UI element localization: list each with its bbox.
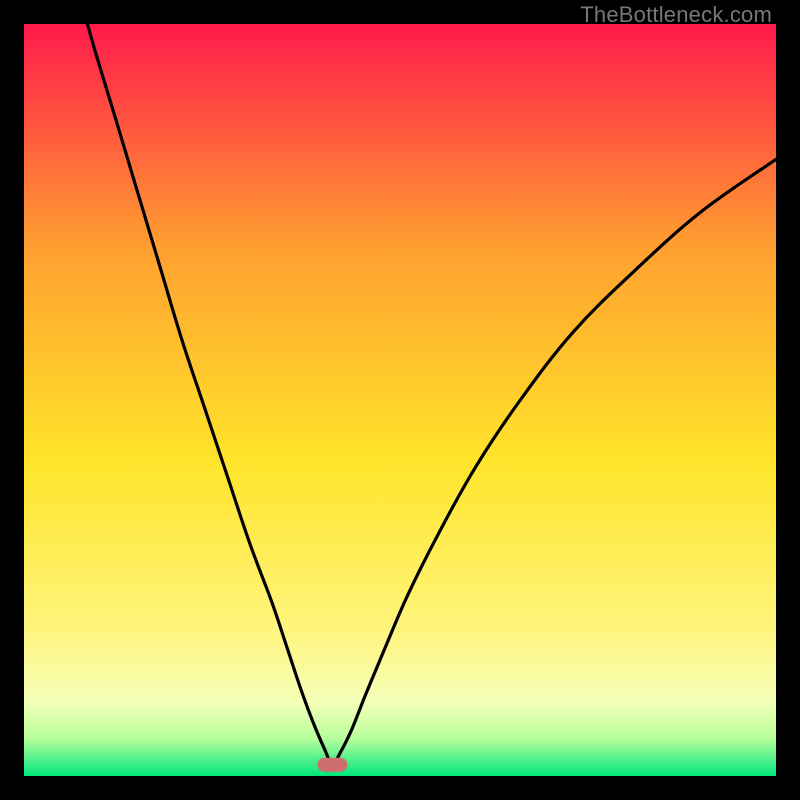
gradient-background [24, 24, 776, 776]
optimum-marker [317, 758, 347, 772]
bottleneck-chart [24, 24, 776, 776]
chart-frame [24, 24, 776, 776]
